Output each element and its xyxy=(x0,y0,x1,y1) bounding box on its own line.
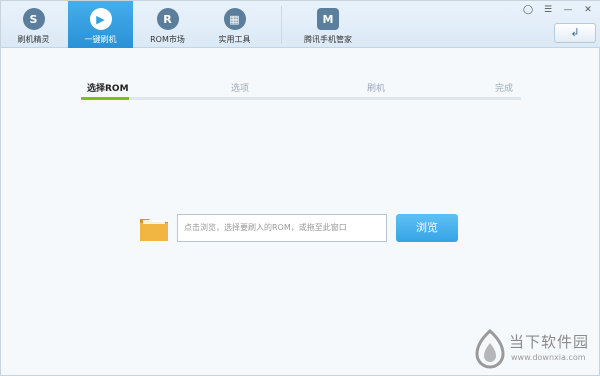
watermark-url: www.downxia.com xyxy=(511,353,586,362)
feedback-icon[interactable]: ◯ xyxy=(519,3,537,17)
back-button[interactable]: ↲ xyxy=(554,23,596,43)
step-select-rom: 选择ROM xyxy=(87,84,129,94)
android-icon: R xyxy=(156,8,179,30)
window-controls: ◯ ☰ — ✕ xyxy=(519,3,597,17)
top-toolbar: S 刷机精灵 ▶ 一键刷机 R ROM市场 ▦ 实用工具 M 腾讯手机管家 ◯ … xyxy=(1,1,600,48)
nav-one-click-flash-label: 一键刷机 xyxy=(84,35,117,44)
nav-rom-market[interactable]: R ROM市场 xyxy=(135,1,200,48)
watermark-title: 当下软件园 xyxy=(509,333,590,351)
step-flash: 刷机 xyxy=(367,84,386,94)
nav-rom-market-label: ROM市场 xyxy=(150,35,185,44)
nav-utilities[interactable]: ▦ 实用工具 xyxy=(202,1,267,48)
grid-icon: ▦ xyxy=(223,8,246,30)
browse-button[interactable]: 浏览 xyxy=(396,214,458,242)
step-indicator: 选择ROM 选项 刷机 完成 xyxy=(81,81,521,101)
nav-tencent-manager-label: 腾讯手机管家 xyxy=(304,35,352,44)
nav-tencent-manager[interactable]: M 腾讯手机管家 xyxy=(286,1,370,48)
minimize-icon[interactable]: — xyxy=(559,3,577,17)
step-track xyxy=(81,97,521,100)
play-icon: ▶ xyxy=(89,8,112,30)
folder-icon[interactable] xyxy=(139,214,169,242)
watermark-logo-icon xyxy=(475,329,505,369)
shield-icon: M xyxy=(317,8,339,30)
close-icon[interactable]: ✕ xyxy=(579,3,597,17)
nav-one-click-flash[interactable]: ▶ 一键刷机 xyxy=(68,1,133,48)
nav-utilities-label: 实用工具 xyxy=(218,35,251,44)
menu-icon[interactable]: ☰ xyxy=(539,3,557,17)
step-progress-bar xyxy=(81,97,129,100)
watermark: 当下软件园 www.downxia.com xyxy=(473,329,600,373)
nav-flash-wizard[interactable]: S 刷机精灵 xyxy=(1,1,66,48)
app-window: S 刷机精灵 ▶ 一键刷机 R ROM市场 ▦ 实用工具 M 腾讯手机管家 ◯ … xyxy=(0,0,600,376)
flash-wizard-icon: S xyxy=(22,8,45,30)
rom-path-input[interactable]: 点击浏览，选择要刷入的ROM，或拖至此窗口 xyxy=(177,214,387,242)
toolbar-divider xyxy=(281,6,282,44)
step-complete: 完成 xyxy=(495,84,514,94)
step-options: 选项 xyxy=(231,84,250,94)
nav-flash-wizard-label: 刷机精灵 xyxy=(17,35,50,44)
